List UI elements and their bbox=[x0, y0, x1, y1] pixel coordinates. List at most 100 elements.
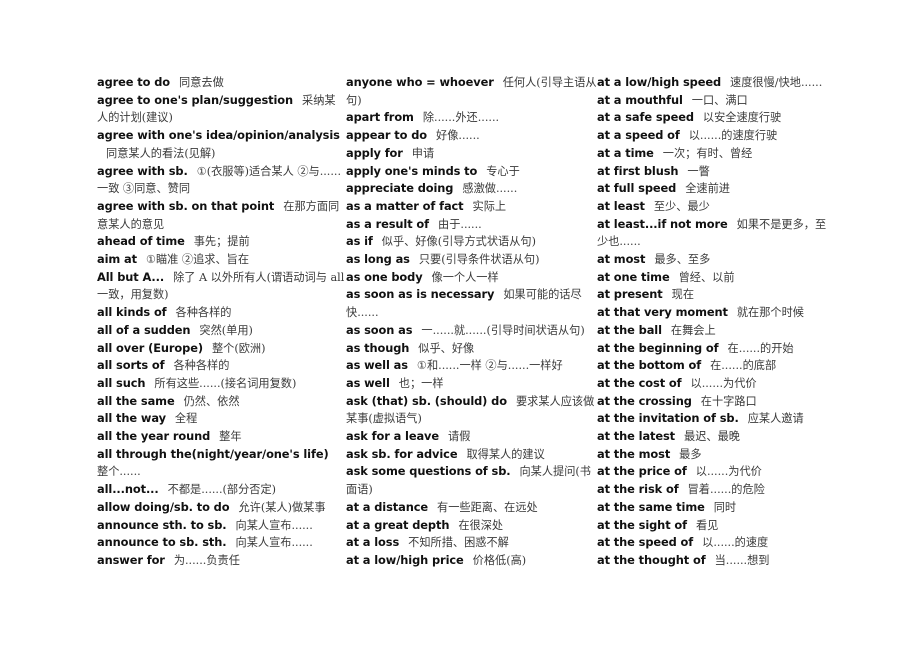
glossary-entry: at full speed 全速前进 bbox=[597, 180, 837, 198]
entry-english: all sorts of bbox=[97, 358, 165, 373]
entry-chinese: 有一些距离、在远处 bbox=[437, 500, 538, 514]
entry-english: at present bbox=[597, 287, 663, 302]
entry-chinese: 突然(单用) bbox=[199, 323, 253, 337]
entry-english: all through the(night/year/one's life) bbox=[97, 446, 329, 461]
glossary-entry: at present 现在 bbox=[597, 286, 837, 304]
glossary-entry: agree with sb. on that point 在那方面同意某人的意见 bbox=[97, 198, 346, 233]
entry-chinese: 一口、满口 bbox=[691, 93, 748, 107]
glossary-entry: all such 所有这些......(接名词用复数) bbox=[97, 375, 346, 393]
glossary-entry: at a mouthful 一口、满口 bbox=[597, 92, 837, 110]
glossary-entry: all sorts of 各种各样的 bbox=[97, 357, 346, 375]
document-page: agree to do 同意去做 agree to one's plan/sugge… bbox=[0, 0, 920, 651]
glossary-entry: agree to do 同意去做 bbox=[97, 74, 346, 92]
entry-english: apply one's minds to bbox=[346, 163, 478, 178]
entry-chinese: ①和......一样 ②与......一样好 bbox=[416, 359, 563, 373]
entry-chinese: 只要(引导条件状语从句) bbox=[418, 253, 540, 267]
entry-english: ask some questions of sb. bbox=[346, 464, 511, 479]
glossary-entry: at least...if not more 如果不是更多，至少也...... bbox=[597, 216, 837, 251]
entry-chinese: 看见 bbox=[695, 518, 719, 532]
entry-chinese: 整个...... bbox=[97, 465, 141, 479]
glossary-entry: All but A... 除了 A 以外所有人(谓语动词与 all 一致，用复数) bbox=[97, 269, 346, 304]
entry-english: at the same time bbox=[597, 499, 705, 514]
glossary-entry: appreciate doing 感激做...... bbox=[346, 180, 597, 198]
glossary-entry: at a low/high speed 速度很慢/快地...... bbox=[597, 74, 837, 92]
glossary-entry: at the thought of 当......想到 bbox=[597, 552, 837, 570]
entry-english: at the cost of bbox=[597, 375, 682, 390]
glossary-entry: as long as 只要(引导条件状语从句) bbox=[346, 251, 597, 269]
entry-english: as a matter of fact bbox=[346, 198, 464, 213]
glossary-entry: at the latest 最迟、最晚 bbox=[597, 428, 837, 446]
glossary-entry: as well 也；一样 bbox=[346, 375, 597, 393]
glossary-entry: appear to do 好像...... bbox=[346, 127, 597, 145]
glossary-entry: at that very moment 就在那个时候 bbox=[597, 304, 837, 322]
entry-english: at that very moment bbox=[597, 305, 728, 320]
glossary-entry: all the year round 整年 bbox=[97, 428, 346, 446]
entry-english: as soon as bbox=[346, 322, 413, 337]
entry-chinese: 整年 bbox=[219, 430, 242, 444]
glossary-entry: at the bottom of 在......的底部 bbox=[597, 357, 837, 375]
entry-chinese: 冒着......的危险 bbox=[687, 483, 765, 497]
glossary-entry: at the most 最多 bbox=[597, 446, 837, 464]
glossary-entry: as well as ①和......一样 ②与......一样好 bbox=[346, 357, 597, 375]
entry-chinese: 不知所措、困惑不解 bbox=[408, 536, 509, 550]
entry-english: at full speed bbox=[597, 181, 677, 196]
entry-english: at a speed of bbox=[597, 128, 680, 143]
entry-chinese: 所有这些......(接名词用复数) bbox=[154, 376, 297, 390]
glossary-entry: at the sight of 看见 bbox=[597, 517, 837, 535]
entry-chinese: 以......的速度 bbox=[702, 536, 769, 550]
glossary-entry: at the same time 同时 bbox=[597, 499, 837, 517]
entry-english: agree with sb. bbox=[97, 163, 188, 178]
entry-english: at the thought of bbox=[597, 552, 706, 567]
entry-chinese: 应某人邀请 bbox=[747, 412, 804, 426]
entry-english: as a result of bbox=[346, 216, 430, 231]
entry-english: announce sth. to sb. bbox=[97, 517, 227, 532]
entry-english: as soon as is necessary bbox=[346, 287, 495, 302]
glossary-entry: answer for 为......负责任 bbox=[97, 552, 346, 570]
glossary-entry: apply for 申请 bbox=[346, 145, 597, 163]
glossary-entry: as one body 像一个人一样 bbox=[346, 269, 597, 287]
entry-english: all over (Europe) bbox=[97, 340, 203, 355]
entry-english: anyone who = whoever bbox=[346, 75, 494, 89]
glossary-entry: at a loss 不知所措、困惑不解 bbox=[346, 534, 597, 552]
entry-chinese: 一次；有时、曾经 bbox=[662, 146, 753, 160]
entry-english: apart from bbox=[346, 110, 414, 125]
glossary-entry: at one time 曾经、以前 bbox=[597, 269, 837, 287]
entry-english: as if bbox=[346, 234, 373, 249]
glossary-entry: as if 似乎、好像(引导方式状语从句) bbox=[346, 233, 597, 251]
entry-english: at a low/high price bbox=[346, 552, 464, 567]
entry-english: at a loss bbox=[346, 535, 400, 550]
glossary-entry: at the price of 以......为代价 bbox=[597, 463, 837, 481]
entry-english: at a distance bbox=[346, 499, 429, 514]
entry-english: at least bbox=[597, 198, 645, 213]
glossary-entry: at the risk of 冒着......的危险 bbox=[597, 481, 837, 499]
entry-chinese: 最迟、最晚 bbox=[684, 430, 740, 444]
entry-english: at the bottom of bbox=[597, 358, 702, 373]
glossary-entry: ahead of time 事先；提前 bbox=[97, 233, 346, 251]
glossary-entry: at the speed of 以......的速度 bbox=[597, 534, 837, 552]
entry-chinese: 曾经、以前 bbox=[678, 270, 735, 284]
entry-chinese: 由于...... bbox=[438, 217, 482, 231]
glossary-entry: as soon as 一......就......(引导时间状语从句) bbox=[346, 322, 597, 340]
glossary-entry: as a matter of fact 实际上 bbox=[346, 198, 597, 216]
entry-english: at a time bbox=[597, 145, 654, 160]
glossary-entry: apart from 除......外还...... bbox=[346, 109, 597, 127]
entry-english: as long as bbox=[346, 252, 410, 267]
glossary-columns: agree to do 同意去做 agree to one's plan/sugge… bbox=[97, 74, 837, 570]
entry-chinese: 取得某人的建议 bbox=[466, 447, 545, 461]
entry-english: at the latest bbox=[597, 429, 676, 444]
entry-chinese: 就在那个时候 bbox=[736, 306, 804, 320]
column-2: anyone who = whoever 任何人(引导主语从句) apart fro… bbox=[346, 74, 597, 570]
glossary-entry: at the crossing 在十字路口 bbox=[597, 393, 837, 411]
entry-english: agree to do bbox=[97, 75, 170, 89]
entry-english: All but A... bbox=[97, 269, 165, 284]
entry-chinese: 同意去做 bbox=[179, 76, 224, 89]
glossary-entry: at a low/high price 价格低(高) bbox=[346, 552, 597, 570]
glossary-entry: at first blush 一瞥 bbox=[597, 163, 837, 181]
entry-english: at the most bbox=[597, 446, 671, 461]
glossary-entry: all...not... 不都是......(部分否定) bbox=[97, 481, 346, 499]
entry-chinese: 允许(某人)做某事 bbox=[238, 500, 326, 514]
entry-english: appear to do bbox=[346, 128, 428, 143]
entry-chinese: 以安全速度行驶 bbox=[702, 111, 782, 125]
entry-chinese: 除......外还...... bbox=[422, 111, 500, 125]
entry-chinese: 不都是......(部分否定) bbox=[167, 483, 277, 497]
